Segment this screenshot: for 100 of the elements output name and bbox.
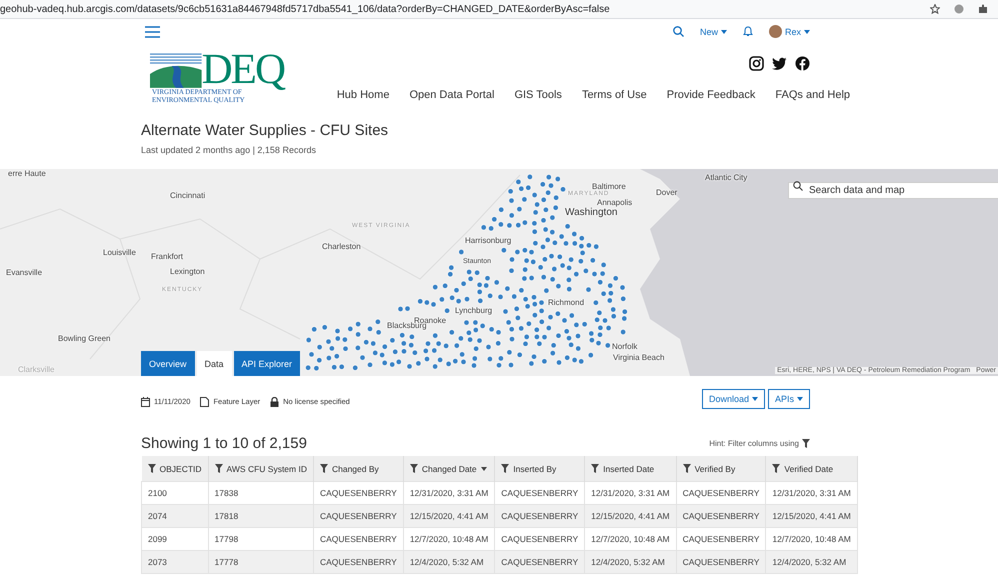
site-marker[interactable] — [586, 242, 592, 248]
site-marker[interactable] — [622, 308, 628, 315]
site-marker[interactable] — [528, 275, 534, 281]
site-marker[interactable] — [409, 334, 415, 340]
site-marker[interactable] — [540, 244, 546, 250]
site-marker[interactable] — [382, 344, 388, 350]
site-marker[interactable] — [621, 316, 628, 322]
site-marker[interactable] — [448, 264, 454, 270]
site-marker[interactable] — [342, 336, 348, 342]
nav-link[interactable]: Open Data Portal — [409, 89, 494, 101]
site-marker[interactable] — [392, 348, 398, 355]
site-marker[interactable] — [464, 320, 470, 326]
site-marker[interactable] — [376, 329, 382, 336]
site-marker[interactable] — [578, 235, 585, 242]
site-marker[interactable] — [606, 298, 613, 304]
site-marker[interactable] — [573, 271, 580, 277]
site-marker[interactable] — [606, 325, 612, 331]
site-marker[interactable] — [424, 356, 430, 362]
site-marker[interactable] — [604, 342, 611, 348]
site-marker[interactable] — [538, 318, 545, 325]
column-header[interactable]: Inserted By — [494, 456, 585, 482]
site-marker[interactable] — [522, 247, 528, 254]
site-marker[interactable] — [528, 360, 534, 366]
facebook-icon[interactable] — [795, 56, 810, 71]
site-marker[interactable] — [496, 362, 502, 368]
site-marker[interactable] — [425, 340, 431, 346]
site-marker[interactable] — [566, 265, 572, 271]
site-marker[interactable] — [360, 354, 366, 360]
dropdown-button[interactable]: APIs — [768, 388, 810, 408]
site-marker[interactable] — [480, 323, 486, 329]
site-marker[interactable] — [566, 277, 572, 283]
site-marker[interactable] — [430, 302, 436, 308]
column-header[interactable]: Verified By — [676, 456, 766, 482]
site-marker[interactable] — [467, 336, 473, 342]
site-marker[interactable] — [508, 362, 514, 368]
site-marker[interactable] — [408, 342, 414, 348]
site-marker[interactable] — [532, 240, 538, 246]
site-marker[interactable] — [514, 249, 520, 255]
site-marker[interactable] — [367, 362, 373, 368]
site-marker[interactable] — [522, 220, 528, 226]
site-marker[interactable] — [389, 362, 396, 368]
site-marker[interactable] — [305, 364, 311, 371]
site-marker[interactable] — [590, 257, 596, 264]
menu-icon[interactable] — [145, 26, 160, 38]
search-icon[interactable] — [672, 26, 684, 37]
site-marker[interactable] — [515, 315, 521, 321]
site-marker[interactable] — [574, 322, 580, 328]
site-marker[interactable] — [488, 326, 494, 332]
site-marker[interactable] — [532, 210, 538, 216]
site-marker[interactable] — [527, 174, 533, 180]
site-marker[interactable] — [334, 328, 340, 334]
site-marker[interactable] — [443, 343, 449, 349]
site-marker[interactable] — [458, 336, 464, 342]
site-marker[interactable] — [528, 249, 534, 255]
site-marker[interactable] — [516, 179, 522, 185]
site-marker[interactable] — [588, 352, 594, 358]
site-marker[interactable] — [334, 336, 341, 342]
site-marker[interactable] — [522, 276, 528, 282]
site-marker[interactable] — [578, 243, 584, 249]
site-marker[interactable] — [338, 364, 345, 370]
site-marker[interactable] — [563, 240, 569, 246]
site-marker[interactable] — [314, 365, 320, 372]
site-marker[interactable] — [532, 220, 538, 226]
site-marker[interactable] — [532, 301, 538, 307]
site-marker[interactable] — [575, 346, 582, 352]
site-marker[interactable] — [460, 280, 466, 287]
site-marker[interactable] — [552, 240, 558, 246]
site-marker[interactable] — [610, 313, 617, 320]
nav-link[interactable]: FAQs and Help — [775, 89, 850, 101]
site-marker[interactable] — [549, 229, 556, 235]
site-marker[interactable] — [553, 194, 559, 201]
site-marker[interactable] — [416, 360, 422, 366]
site-marker[interactable] — [412, 350, 418, 356]
site-marker[interactable] — [600, 270, 606, 276]
site-marker[interactable] — [399, 332, 406, 338]
site-marker[interactable] — [379, 352, 385, 358]
site-marker[interactable] — [466, 330, 472, 336]
site-marker[interactable] — [494, 280, 500, 286]
site-marker[interactable] — [600, 290, 606, 297]
site-marker[interactable] — [398, 306, 404, 312]
site-marker[interactable] — [545, 190, 551, 196]
site-marker[interactable] — [422, 348, 429, 354]
site-marker[interactable] — [498, 206, 504, 213]
site-marker[interactable] — [580, 250, 586, 256]
site-marker[interactable] — [568, 256, 574, 262]
site-marker[interactable] — [558, 234, 564, 240]
site-marker[interactable] — [596, 310, 602, 316]
site-marker[interactable] — [508, 326, 515, 332]
star-icon[interactable] — [930, 4, 940, 14]
site-marker[interactable] — [522, 340, 528, 347]
site-marker[interactable] — [432, 332, 438, 338]
site-marker[interactable] — [550, 342, 556, 348]
site-marker[interactable] — [564, 328, 570, 334]
site-marker[interactable] — [331, 364, 338, 370]
tab[interactable]: Overview — [141, 351, 195, 376]
site-marker[interactable] — [566, 335, 572, 341]
column-header[interactable]: Changed By — [313, 456, 404, 482]
site-marker[interactable] — [452, 358, 458, 364]
site-marker[interactable] — [534, 202, 540, 208]
site-marker[interactable] — [396, 359, 402, 365]
